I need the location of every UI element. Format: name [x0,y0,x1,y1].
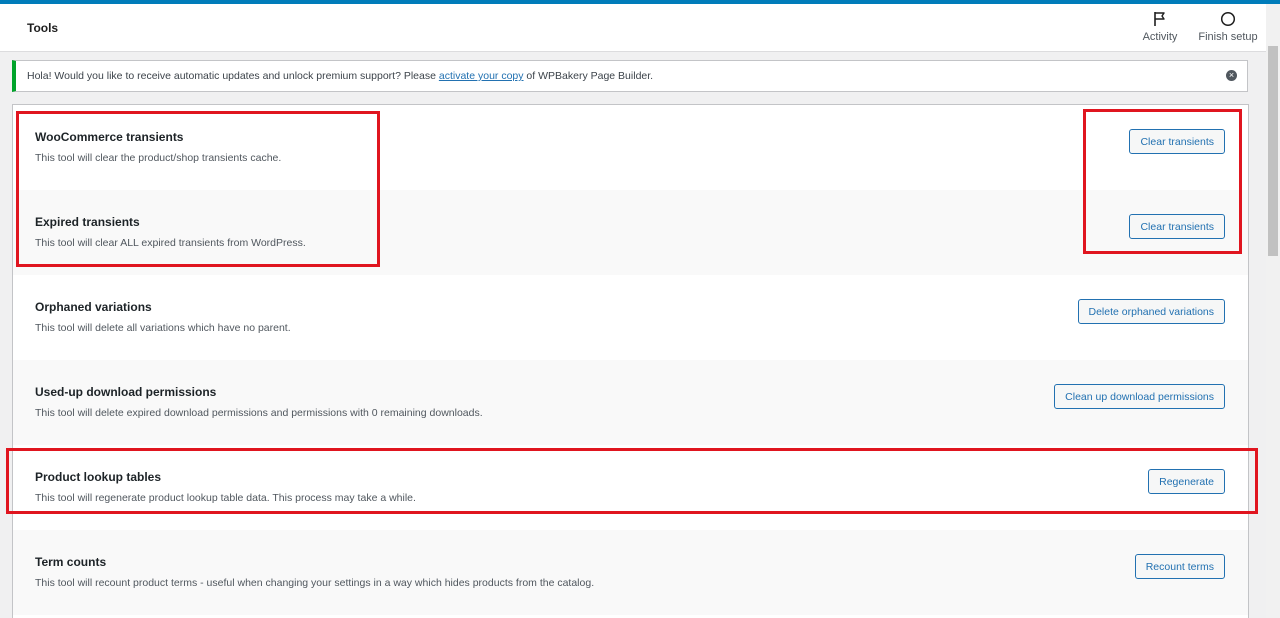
activity-label: Activity [1142,31,1178,43]
tool-name: Product lookup tables [35,470,162,484]
circle-icon [1219,10,1237,28]
notice-text-before: Hola! Would you like to receive automati… [27,70,439,82]
close-icon[interactable]: × [1226,70,1237,81]
delete-orphaned-variations-button[interactable]: Delete orphaned variations [1077,299,1225,324]
tool-row-woocommerce-transients: WooCommerce transients This tool will cl… [13,105,1248,190]
activity-button[interactable]: Activity [1130,10,1190,50]
notice-text-after: of WPBakery Page Builder. [523,70,654,82]
recount-terms-button[interactable]: Recount terms [1134,554,1225,579]
clear-woocommerce-transients-button[interactable]: Clear transients [1129,129,1225,154]
page-header: Tools Activity Finish setup [0,4,1266,52]
flag-icon [1151,10,1169,28]
tool-description: This tool will recount product terms - u… [35,577,595,589]
scrollbar-thumb[interactable] [1268,46,1278,256]
activate-copy-link[interactable]: activate your copy [439,70,524,82]
finish-setup-button[interactable]: Finish setup [1198,10,1258,50]
tool-name: WooCommerce transients [35,130,184,144]
tool-row-download-permissions: Used-up download permissions This tool w… [13,360,1248,445]
update-notice: Hola! Would you like to receive automati… [12,60,1248,92]
tool-description: This tool will clear the product/shop tr… [35,152,282,164]
tool-row-product-lookup-tables: Product lookup tables This tool will reg… [13,445,1248,530]
tool-name: Used-up download permissions [35,385,217,399]
page-scrollbar[interactable] [1266,4,1280,618]
tool-name: Expired transients [35,215,140,229]
tool-row-orphaned-variations: Orphaned variations This tool will delet… [13,275,1248,360]
tools-list: WooCommerce transients This tool will cl… [12,104,1249,618]
tool-name: Term counts [35,555,107,569]
regenerate-button[interactable]: Regenerate [1148,469,1225,494]
tool-description: This tool will clear ALL expired transie… [35,237,306,249]
tool-name: Orphaned variations [35,300,152,314]
clean-up-download-permissions-button[interactable]: Clean up download permissions [1054,384,1225,409]
clear-expired-transients-button[interactable]: Clear transients [1129,214,1225,239]
page-title: Tools [27,21,59,35]
finish-setup-label: Finish setup [1198,31,1258,43]
tool-description: This tool will regenerate product lookup… [35,492,416,504]
tool-description: This tool will delete expired download p… [35,407,483,419]
tool-description: This tool will delete all variations whi… [35,322,291,334]
tool-row-expired-transients: Expired transients This tool will clear … [13,190,1248,275]
tool-row-term-counts: Term counts This tool will recount produ… [13,530,1248,615]
